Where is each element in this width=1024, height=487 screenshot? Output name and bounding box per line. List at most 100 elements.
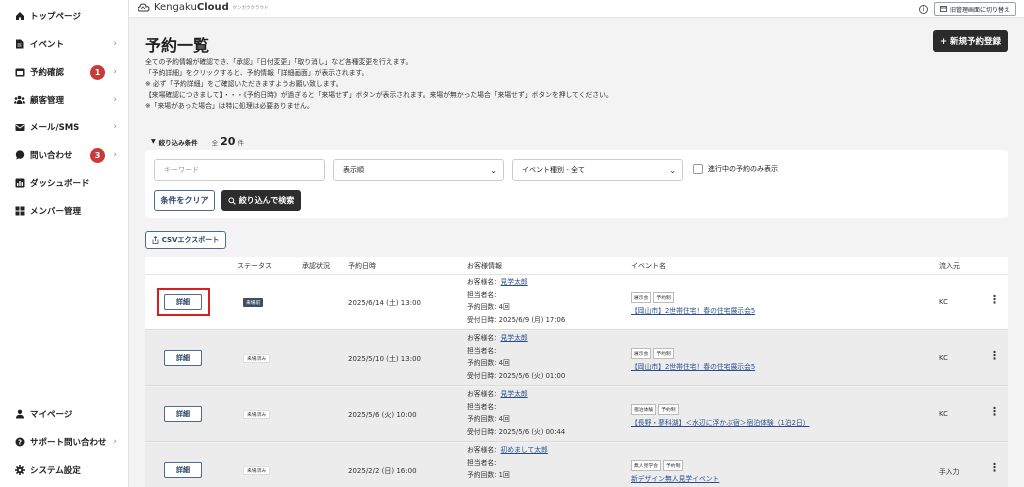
event-tags: 展示会 予約制 xyxy=(631,348,676,359)
top-right-controls: i 旧管理画面に切り替え xyxy=(918,2,1016,16)
filter-toggle-row[interactable]: ▼ 絞り込み条件 全 20 件 xyxy=(151,135,244,148)
calendar-icon xyxy=(14,67,25,78)
chevron-right-icon: › xyxy=(113,95,117,105)
help-icon: ? xyxy=(14,437,25,448)
filter-toggle-label: 絞り込み条件 xyxy=(158,138,198,147)
description-line: 【来場確認につきまして】・・・《予約日時》が過ぎると「来場せず」ボタンが表示され… xyxy=(145,91,613,99)
chevron-right-icon: › xyxy=(113,150,117,160)
event-tags: 無人見学会 予約制 xyxy=(631,460,685,471)
notification-badge: 1 xyxy=(90,64,105,80)
reservation-date: 2025/2/2 (日) 16:00 xyxy=(348,467,417,475)
table-header: ステータス 承認状況 予約日時 お客様情報 イベント名 流入元 xyxy=(145,257,1008,275)
customer-info: お客様名: 初めまして太郎 担当者名: 予約回数: 1回 xyxy=(467,444,548,482)
customer-name-label: お客様名: xyxy=(467,446,497,454)
switch-icon xyxy=(940,6,947,12)
detail-button[interactable]: 詳細 xyxy=(164,294,202,310)
sidebar-item-home[interactable]: トップページ xyxy=(0,6,129,26)
header-event-name: イベント名 xyxy=(631,262,666,270)
document-icon xyxy=(14,39,25,50)
clear-filter-button[interactable]: 条件をクリア xyxy=(154,190,215,211)
reservation-count: 予約回数: 4回 xyxy=(467,359,510,367)
event-tags: 展示会 予約制 xyxy=(631,292,676,303)
source: KC xyxy=(939,410,948,418)
detail-button[interactable]: 詳細 xyxy=(164,350,202,366)
event-tag: 予約制 xyxy=(653,292,674,303)
description-line: 全ての予約情報が確認でき、「承認」「日付変更」「取り消し」など各種変更を行えます… xyxy=(145,58,413,66)
event-name-link[interactable]: 【岡山市】2世帯住宅！春の住宅展示会5 xyxy=(631,361,755,371)
customer-name-line: お客様名: 見学太郎 xyxy=(467,276,565,289)
more-menu-icon[interactable]: ⋮ xyxy=(989,293,1000,306)
chat-icon xyxy=(14,150,25,161)
sidebar-item-label: メール/SMS xyxy=(30,123,80,133)
info-icon[interactable]: i xyxy=(918,4,928,14)
customer-name-link[interactable]: 見学太郎 xyxy=(500,334,527,342)
sidebar-item-label: 顧客管理 xyxy=(30,96,65,106)
received-datetime: 受付日時: 2025/5/6 (火) 00:44 xyxy=(467,427,566,436)
sidebar-item-document[interactable]: イベント › xyxy=(0,34,129,54)
detail-button[interactable]: 詳細 xyxy=(164,406,202,422)
source: 手入力 xyxy=(939,468,960,476)
sidebar-item-gear[interactable]: システム設定 xyxy=(0,460,129,480)
gear-icon xyxy=(14,465,25,476)
customer-info: お客様名: 見学太郎 担当者名: 予約回数: 4回 受付日時: 2025/6/9 (月)… xyxy=(467,276,565,326)
table-row: 詳細 来場済み 2025/5/6 (火) 10:00 お客様名: 見学太郎 担当者名: 予約… xyxy=(145,387,1008,442)
top-bar: Kengaku Cloud ケンガククラウド i 旧管理画面に切り替え xyxy=(129,0,1024,18)
event-tag: 予約制 xyxy=(658,404,679,415)
more-menu-icon[interactable]: ⋮ xyxy=(989,461,1000,474)
sidebar-item-help[interactable]: ? サポート問い合わせ › xyxy=(0,432,129,452)
reservation-count: 予約回数: 1回 xyxy=(467,471,510,479)
reservation-date: 2025/5/6 (火) 10:00 xyxy=(348,411,417,419)
chevron-down-icon: ⌄ xyxy=(669,165,676,175)
staff-name: 担当者名: xyxy=(467,346,497,355)
header-customer-info: お客様情報 xyxy=(467,262,502,270)
sidebar-item-person[interactable]: マイページ xyxy=(0,404,129,424)
switch-legacy-admin-button[interactable]: 旧管理画面に切り替え xyxy=(933,2,1016,16)
logo-subtext: ケンガククラウド xyxy=(232,5,269,11)
filter-panel: 表示順 ⌄ イベント種別 - 全て ⌄ 進行中の予約のみ表示 条件をクリア 絞り… xyxy=(145,150,1008,218)
total-count-unit: 件 xyxy=(237,138,244,147)
new-reservation-button[interactable]: + 新規予約登録 xyxy=(933,30,1008,52)
customer-name-link[interactable]: 初めまして太郎 xyxy=(500,446,547,454)
csv-export-button[interactable]: CSVエクスポート xyxy=(145,231,226,249)
customer-info: お客様名: 見学太郎 担当者名: 予約回数: 4回 受付日時: 2025/5/6 (火)… xyxy=(467,332,565,382)
sidebar-item-label: マイページ xyxy=(30,410,73,420)
header-approval: 承認状況 xyxy=(302,262,330,270)
description-line: 「予約詳細」をクリックすると、予約情報「詳細画面」が表示されます。 xyxy=(145,69,369,77)
sidebar-item-users[interactable]: 顧客管理 › xyxy=(0,90,129,110)
event-tag: 展示会 xyxy=(631,348,652,359)
sidebar-item-chat[interactable]: 問い合わせ 3 › xyxy=(0,145,129,165)
in-progress-only-toggle[interactable]: 進行中の予約のみ表示 xyxy=(693,164,778,174)
sort-select[interactable]: 表示順 ⌄ xyxy=(333,159,504,181)
main-content: 予約一覧 + 新規予約登録 全ての予約情報が確認でき、「承認」「日付変更」「取り… xyxy=(129,18,1024,487)
event-name-link[interactable]: 【長野・蓼科湖】＜水辺に浮かぶ宿＞宿泊体験（1泊2日） xyxy=(631,417,810,427)
event-type-select[interactable]: イベント種別 - 全て ⌄ xyxy=(512,159,683,181)
keyword-input[interactable] xyxy=(154,159,325,181)
event-tag: 予約制 xyxy=(663,460,684,471)
customer-name-line: お客様名: 初めまして太郎 xyxy=(467,444,548,457)
event-name-link[interactable]: 【岡山市】2世帯住宅！春の住宅展示会5 xyxy=(631,305,755,315)
sidebar-item-mail[interactable]: メール/SMS › xyxy=(0,117,129,137)
chevron-right-icon: › xyxy=(113,67,117,77)
sidebar-item-grid[interactable]: メンバー管理 xyxy=(0,201,129,221)
status-badge: 来場済み xyxy=(243,354,271,363)
search-button[interactable]: 絞り込んで検索 xyxy=(221,190,301,211)
more-menu-icon[interactable]: ⋮ xyxy=(989,349,1000,362)
person-icon xyxy=(14,409,25,420)
customer-name-link[interactable]: 見学太郎 xyxy=(500,278,527,286)
sidebar-item-chart[interactable]: ダッシュボード xyxy=(0,173,129,193)
logo[interactable]: Kengaku Cloud ケンガククラウド xyxy=(138,2,268,13)
sidebar-item-calendar[interactable]: 予約確認 1 › xyxy=(0,62,129,82)
total-prefix: 全 xyxy=(211,138,219,147)
event-tag: 無人見学会 xyxy=(631,460,661,471)
customer-name-label: お客様名: xyxy=(467,334,497,342)
event-type-select-value: イベント種別 - 全て xyxy=(522,166,585,174)
more-menu-icon[interactable]: ⋮ xyxy=(989,405,1000,418)
in-progress-checkbox[interactable] xyxy=(693,164,703,174)
customer-name-link[interactable]: 見学太郎 xyxy=(500,390,527,398)
sidebar-item-label: 問い合わせ xyxy=(30,151,73,161)
sidebar: トップページ イベント › 予約確認 1 › 顧客管理 › メール/SMS › 問い合わせ 3 › ダッシ… xyxy=(0,0,129,487)
description-line: ※「来場があった場合」は特に処理は必要ありません。 xyxy=(145,102,314,110)
detail-button[interactable]: 詳細 xyxy=(164,462,202,478)
sidebar-item-label: メンバー管理 xyxy=(30,207,82,217)
event-name-link[interactable]: 新デザイン無人見学イベント xyxy=(631,473,719,483)
